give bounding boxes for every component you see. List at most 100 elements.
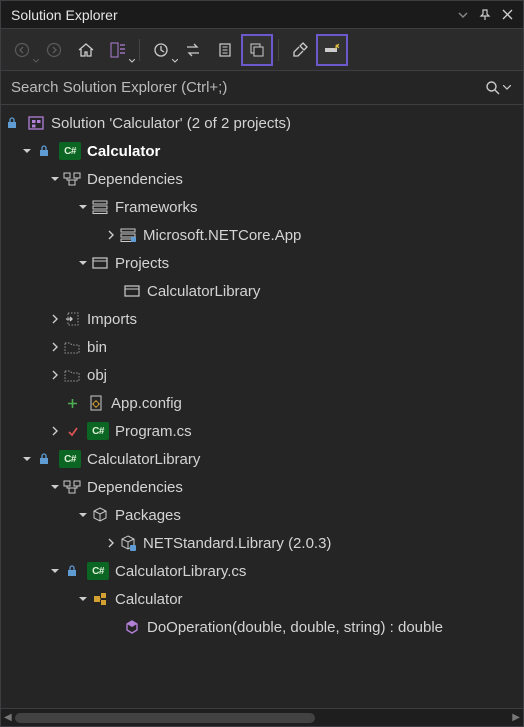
csharp-file-icon: C# — [87, 422, 109, 440]
expand-arrow-icon[interactable] — [47, 563, 63, 579]
framework-icon — [91, 198, 109, 216]
imports-node[interactable]: Imports — [1, 305, 523, 333]
framework-item-node[interactable]: Microsoft.NETCore.App — [1, 221, 523, 249]
add-status-icon — [63, 394, 81, 412]
sync-button[interactable] — [178, 35, 208, 65]
expand-arrow-icon[interactable] — [19, 143, 35, 159]
solution-node[interactable]: Solution 'Calculator' (2 of 2 projects) — [1, 109, 523, 137]
project-node-calculator[interactable]: C# Calculator — [1, 137, 523, 165]
package-icon — [91, 506, 109, 524]
dependencies-node[interactable]: Dependencies — [1, 165, 523, 193]
toolbar — [1, 29, 523, 71]
bin-folder-node[interactable]: bin — [1, 333, 523, 361]
package-item-node[interactable]: NETStandard.Library (2.0.3) — [1, 529, 523, 557]
package-icon — [119, 534, 137, 552]
solution-icon — [27, 114, 45, 132]
node-label: Program.cs — [115, 423, 192, 440]
window-menu-icon[interactable] — [453, 5, 473, 25]
node-label: Calculator — [115, 591, 183, 608]
back-button[interactable] — [7, 35, 37, 65]
node-label: CalculatorLibrary.cs — [115, 563, 246, 580]
collapse-arrow-icon[interactable] — [47, 339, 63, 355]
hidden-folder-icon — [63, 338, 81, 356]
project-node-calculatorlibrary[interactable]: C# CalculatorLibrary — [1, 445, 523, 473]
scrollbar-thumb[interactable] — [15, 713, 315, 723]
config-file-icon — [87, 394, 105, 412]
home-button[interactable] — [71, 35, 101, 65]
node-label: Frameworks — [115, 199, 198, 216]
lock-icon — [63, 562, 81, 580]
node-label: Solution 'Calculator' (2 of 2 projects) — [51, 115, 291, 132]
node-label: bin — [87, 339, 107, 356]
dependencies-icon — [63, 478, 81, 496]
node-label: Dependencies — [87, 171, 183, 188]
node-label: DoOperation(double, double, string) : do… — [147, 619, 443, 636]
search-icon[interactable] — [483, 73, 513, 103]
node-label: Packages — [115, 507, 181, 524]
method-node[interactable]: DoOperation(double, double, string) : do… — [1, 613, 523, 641]
lock-icon — [35, 142, 53, 160]
project-ref-icon — [123, 282, 141, 300]
expand-arrow-icon[interactable] — [75, 591, 91, 607]
node-label: Dependencies — [87, 479, 183, 496]
dependencies-icon — [63, 170, 81, 188]
program-cs-node[interactable]: C# Program.cs — [1, 417, 523, 445]
panel-title: Solution Explorer — [11, 7, 451, 23]
method-icon — [123, 618, 141, 636]
switch-views-button[interactable] — [103, 35, 133, 65]
collapse-arrow-icon[interactable] — [47, 423, 63, 439]
collapse-arrow-icon[interactable] — [47, 367, 63, 383]
node-label: Calculator — [87, 143, 160, 160]
expand-arrow-icon[interactable] — [75, 507, 91, 523]
lock-icon — [35, 450, 53, 468]
node-label: App.config — [111, 395, 182, 412]
node-label: obj — [87, 367, 107, 384]
expand-arrow-icon[interactable] — [75, 199, 91, 215]
lock-icon — [3, 114, 21, 132]
expand-arrow-icon[interactable] — [47, 479, 63, 495]
pin-icon[interactable] — [475, 5, 495, 25]
expand-arrow-icon[interactable] — [75, 255, 91, 271]
separator — [278, 39, 279, 61]
packages-node[interactable]: Packages — [1, 501, 523, 529]
preview-button[interactable] — [317, 35, 347, 65]
class-icon — [91, 590, 109, 608]
collapse-all-button[interactable] — [242, 35, 272, 65]
collapse-arrow-icon[interactable] — [103, 535, 119, 551]
horizontal-scrollbar[interactable]: ◀ ▶ — [1, 708, 523, 726]
projects-node[interactable]: Projects — [1, 249, 523, 277]
imports-icon — [63, 310, 81, 328]
expand-arrow-icon[interactable] — [19, 451, 35, 467]
forward-button[interactable] — [39, 35, 69, 65]
close-icon[interactable] — [497, 5, 517, 25]
csharp-file-icon: C# — [87, 562, 109, 580]
show-all-files-button[interactable] — [210, 35, 240, 65]
frameworks-node[interactable]: Frameworks — [1, 193, 523, 221]
framework-icon — [119, 226, 137, 244]
search-bar — [1, 71, 523, 105]
collapse-arrow-icon[interactable] — [47, 311, 63, 327]
expand-arrow-icon[interactable] — [47, 171, 63, 187]
properties-button[interactable] — [285, 35, 315, 65]
titlebar: Solution Explorer — [1, 1, 523, 29]
tree-view[interactable]: Solution 'Calculator' (2 of 2 projects) … — [1, 105, 523, 708]
node-label: Imports — [87, 311, 137, 328]
appconfig-node[interactable]: App.config — [1, 389, 523, 417]
project-ref-item-node[interactable]: CalculatorLibrary — [1, 277, 523, 305]
node-label: Microsoft.NETCore.App — [143, 227, 301, 244]
node-label: CalculatorLibrary — [87, 451, 200, 468]
collapse-arrow-icon[interactable] — [103, 227, 119, 243]
edit-status-icon — [63, 422, 81, 440]
search-input[interactable] — [11, 79, 483, 96]
csharp-file-node[interactable]: C# CalculatorLibrary.cs — [1, 557, 523, 585]
node-label: Projects — [115, 255, 169, 272]
class-node[interactable]: Calculator — [1, 585, 523, 613]
hidden-folder-icon — [63, 366, 81, 384]
separator — [139, 39, 140, 61]
obj-folder-node[interactable]: obj — [1, 361, 523, 389]
dependencies-node[interactable]: Dependencies — [1, 473, 523, 501]
solution-explorer-panel: Solution Explorer Solution 'Calculator' … — [0, 0, 524, 727]
node-label: NETStandard.Library (2.0.3) — [143, 535, 331, 552]
node-label: CalculatorLibrary — [147, 283, 260, 300]
pending-changes-filter-button[interactable] — [146, 35, 176, 65]
